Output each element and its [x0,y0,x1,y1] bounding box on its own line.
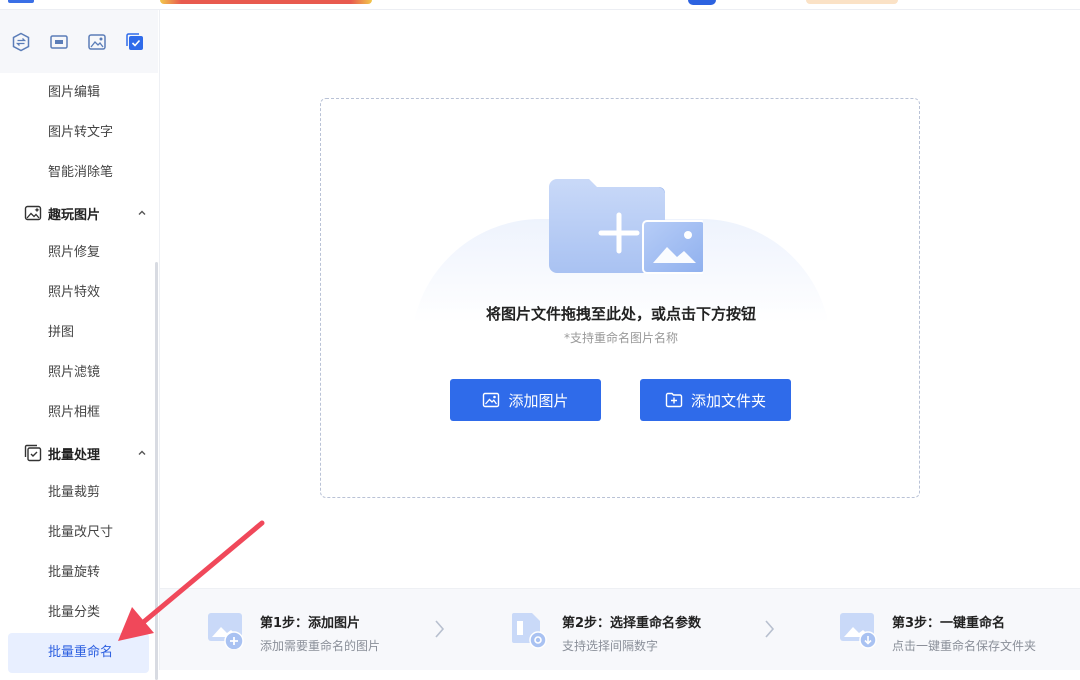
vip-badge[interactable] [806,0,898,4]
add-image-step-icon [208,613,244,649]
sidebar-item-batch-rename[interactable]: 批量重命名 [8,633,149,673]
step-1: 第1步：添加图片 添加需要重命名的图片 [206,611,380,654]
sidebar-group-label: 批量处理 [48,447,101,463]
sidebar-item-collage[interactable]: 拼图 [0,313,158,353]
sidebar-group-fun-images[interactable]: 趣玩图片 [0,193,158,233]
step-desc: 点击一键重命名保存文件夹 [892,639,1037,653]
step-desc: 添加需要重命名的图片 [260,639,381,653]
step-desc: 支持选择间隔数字 [562,639,659,653]
add-image-label: 添加图片 [508,391,569,410]
fun-image-icon [24,204,42,222]
promo-banner[interactable] [160,0,372,4]
sidebar-group-label: 趣玩图片 [48,207,101,223]
user-avatar[interactable] [688,0,716,5]
crop-icon[interactable] [47,30,71,54]
sidebar-item-batch-classify[interactable]: 批量分类 [0,593,158,633]
sidebar-scrollbar[interactable] [155,262,158,680]
main-panel: 将图片文件拖拽至此处，或点击下方按钮 *支持重命名图片名称 添加图片 添加文件夹 [160,10,1080,670]
steps-bar: 第1步：添加图片 添加需要重命名的图片 第2步：选择重命名参数 支持选择间隔数字 [160,588,1080,670]
step-2: 第2步：选择重命名参数 支持选择间隔数字 [508,611,701,654]
chevron-up-icon[interactable] [136,207,148,219]
chevron-up-icon[interactable] [136,447,148,459]
sidebar-item-photo-frame[interactable]: 照片相框 [0,393,158,433]
sidebar-item-image-to-text[interactable]: 图片转文字 [0,113,158,153]
exchange-icon[interactable] [9,30,33,54]
drop-zone-subtitle: *支持重命名图片名称 [563,331,678,345]
sidebar-item-batch-crop[interactable]: 批量裁剪 [0,473,158,513]
save-image-step-icon [840,613,877,649]
step-title: 第3步：一键重命名 [892,616,1006,631]
menu-icon[interactable] [8,0,34,3]
sidebar-menu: 图片编辑 图片转文字 智能消除笔 趣玩图片 照片修复 照片特效 拼图 照片滤镜 … [0,73,158,673]
add-image-icon [482,391,500,409]
step-title: 第2步：选择重命名参数 [562,616,702,631]
sidebar: 图片编辑 图片转文字 智能消除笔 趣玩图片 照片修复 照片特效 拼图 照片滤镜 … [0,10,160,680]
folder-image-illustration [549,179,703,274]
chevron-right-icon [762,617,776,641]
step-3: 第3步：一键重命名 点击一键重命名保存文件夹 [838,611,1036,654]
sidebar-item-photo-filter[interactable]: 照片滤镜 [0,353,158,393]
sidebar-item-photo-repair[interactable]: 照片修复 [0,233,158,273]
add-folder-icon [665,391,683,409]
sidebar-group-batch[interactable]: 批量处理 [0,433,158,473]
add-folder-button[interactable]: 添加文件夹 [640,379,791,421]
sidebar-item-photo-effects[interactable]: 照片特效 [0,273,158,313]
sidebar-item-batch-rotate[interactable]: 批量旋转 [0,553,158,593]
batch-check-icon[interactable] [123,30,147,54]
settings-file-step-icon [512,613,547,649]
add-image-button[interactable]: 添加图片 [450,379,601,421]
file-drop-zone[interactable]: 将图片文件拖拽至此处，或点击下方按钮 *支持重命名图片名称 添加图片 添加文件夹 [320,98,920,498]
sidebar-item-smart-eraser[interactable]: 智能消除笔 [0,153,158,193]
sidebar-item-batch-resize[interactable]: 批量改尺寸 [0,513,158,553]
title-bar [0,0,1080,10]
step-title: 第1步：添加图片 [260,616,361,631]
drop-zone-title: 将图片文件拖拽至此处，或点击下方按钮 [485,305,756,323]
sidebar-tool-icons [0,10,158,73]
add-folder-label: 添加文件夹 [690,391,766,410]
batch-icon [24,444,42,462]
chevron-right-icon [432,617,446,641]
image-magic-icon[interactable] [85,30,109,54]
sidebar-item-image-edit[interactable]: 图片编辑 [0,73,158,113]
